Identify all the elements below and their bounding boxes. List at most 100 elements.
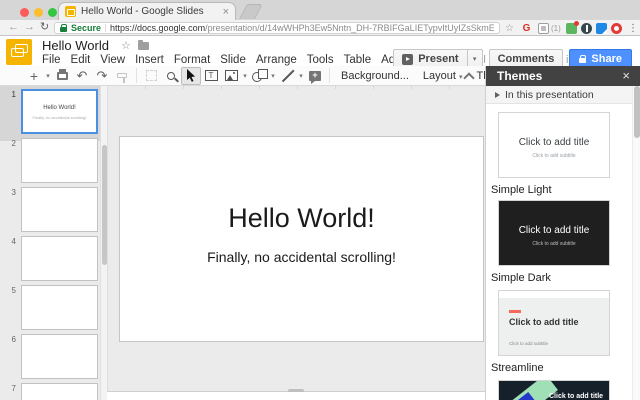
- slide-thumbnail-2[interactable]: [21, 138, 98, 183]
- extension-red-icon[interactable]: [611, 23, 622, 34]
- theme-name-streamline: Streamline: [491, 362, 544, 374]
- current-slide[interactable]: Hello World! Finally, no accidental scro…: [119, 136, 484, 342]
- browser-tab[interactable]: Hello World - Google Slides ×: [58, 2, 236, 20]
- themes-panel-close-icon[interactable]: ×: [622, 70, 630, 82]
- slide-number: 6: [0, 335, 16, 344]
- background-button[interactable]: Background...: [334, 70, 416, 82]
- theme-thumb-subtitle: Click to add subtitle: [499, 241, 609, 247]
- new-tab-button[interactable]: [239, 4, 263, 19]
- slide-thumbnail-7[interactable]: [21, 383, 98, 400]
- theme-simple-dark-thumbnail[interactable]: Click to add title Click to add subtitle: [498, 200, 610, 266]
- redo-button[interactable]: ↷: [92, 67, 112, 85]
- slide-title-text[interactable]: Hello World!: [120, 203, 483, 234]
- slides-app-icon[interactable]: [6, 39, 32, 65]
- reload-icon[interactable]: ↻: [40, 20, 49, 35]
- menu-format[interactable]: Format: [174, 54, 210, 66]
- paint-format-button[interactable]: [112, 67, 132, 85]
- shape-icon: [252, 69, 267, 82]
- theme-streamline-thumbnail[interactable]: Click to add title Click to add subtitle: [498, 290, 610, 356]
- browser-toolbar: ← → ↻ Secure https://docs.google.com/pre…: [0, 20, 640, 36]
- menu-table[interactable]: Table: [344, 54, 372, 66]
- slides-favicon-icon: [65, 6, 76, 17]
- move-to-folder-icon[interactable]: [138, 42, 149, 50]
- text-box-button[interactable]: T: [201, 67, 221, 85]
- text-box-icon: T: [205, 70, 218, 81]
- in-this-presentation-section[interactable]: In this presentation: [486, 86, 640, 104]
- zoom-button[interactable]: [161, 67, 181, 85]
- url-path: /presentation/d/14wWHPh3Ew5Nntn_DH-7RBIF…: [205, 23, 494, 33]
- menu-view[interactable]: View: [100, 54, 125, 66]
- extension-g-icon[interactable]: G: [521, 23, 532, 34]
- menu-file[interactable]: File: [42, 54, 61, 66]
- forward-icon[interactable]: →: [24, 20, 35, 35]
- back-icon[interactable]: ←: [8, 20, 19, 35]
- shape-dropdown-icon[interactable]: ▾: [269, 72, 277, 80]
- zoom-to-fit-button[interactable]: [141, 67, 161, 85]
- document-title[interactable]: Hello World: [42, 38, 109, 53]
- window-close-button[interactable]: [20, 8, 29, 17]
- line-icon: [280, 69, 294, 83]
- image-dropdown-icon[interactable]: ▾: [241, 72, 249, 80]
- themes-scrollbar[interactable]: [632, 86, 640, 400]
- slide-number: 5: [0, 286, 16, 295]
- slide-number: 3: [0, 188, 16, 197]
- chrome-menu-icon[interactable]: ⋮: [628, 22, 638, 35]
- tab-close-icon[interactable]: ×: [223, 7, 229, 17]
- slide-thumbnail-4[interactable]: [21, 236, 98, 281]
- extension-blue-icon[interactable]: [596, 23, 607, 34]
- extension-grey-icon[interactable]: [538, 23, 549, 34]
- url-domain: https://docs.google.com: [110, 23, 205, 33]
- star-document-icon[interactable]: ☆: [121, 39, 131, 52]
- address-bar[interactable]: Secure https://docs.google.com/presentat…: [54, 22, 500, 34]
- browser-tab-strip: Hello World - Google Slides ×: [0, 0, 640, 20]
- filmstrip-scrollbar[interactable]: [100, 86, 107, 400]
- image-icon: [225, 70, 238, 81]
- menu-slide[interactable]: Slide: [220, 54, 246, 66]
- insert-shape-button[interactable]: [249, 67, 269, 85]
- window-zoom-button[interactable]: [48, 8, 57, 17]
- theme-name-simple-light: Simple Light: [491, 184, 552, 196]
- slides-header: Hello World ☆ File Edit View Insert Form…: [0, 36, 640, 66]
- ruler-ticks: [108, 86, 486, 89]
- insert-line-button[interactable]: [277, 67, 297, 85]
- menu-arrange[interactable]: Arrange: [256, 54, 297, 66]
- themes-panel-title: Themes: [497, 69, 622, 83]
- extension-count-icon[interactable]: (1): [551, 23, 561, 34]
- theme-thumb-title: Click to add title: [499, 137, 609, 148]
- insert-image-button[interactable]: [221, 67, 241, 85]
- slide-thumbnail-5[interactable]: [21, 285, 98, 330]
- menu-insert[interactable]: Insert: [135, 54, 164, 66]
- menu-tools[interactable]: Tools: [307, 54, 334, 66]
- theme-thumb-title: Click to add title: [509, 317, 579, 327]
- layout-button[interactable]: Layout ▾: [416, 70, 470, 82]
- select-tool-button[interactable]: [181, 67, 201, 85]
- undo-button[interactable]: ↶: [72, 67, 92, 85]
- print-button[interactable]: [52, 67, 72, 85]
- theme-simple-light-thumbnail[interactable]: Click to add title Click to add subtitle: [498, 112, 610, 178]
- secure-lock-icon: [60, 27, 67, 32]
- slide-canvas: Hello World! Finally, no accidental scro…: [107, 86, 485, 392]
- theme-thumb-subtitle: Click to add subtitle: [499, 153, 609, 159]
- theme-focus-thumbnail[interactable]: Click to add title: [498, 380, 610, 400]
- menu-edit[interactable]: Edit: [71, 54, 91, 66]
- slide-thumbnail-3[interactable]: [21, 187, 98, 232]
- window-minimize-button[interactable]: [34, 8, 43, 17]
- slide-subtitle-text[interactable]: Finally, no accidental scrolling!: [120, 249, 483, 265]
- google-slides-window: Hello World - Google Slides × ← → ↻ Secu…: [0, 0, 640, 400]
- line-dropdown-icon[interactable]: ▾: [297, 72, 305, 80]
- new-slide-button[interactable]: +: [24, 67, 44, 85]
- speaker-notes-area[interactable]: [107, 392, 485, 400]
- theme-thumb-title: Click to add title: [549, 393, 603, 400]
- insert-comment-button[interactable]: +: [305, 67, 325, 85]
- bookmark-star-icon[interactable]: ☆: [505, 22, 514, 35]
- slide-number: 7: [0, 384, 16, 393]
- hide-menus-button[interactable]: [464, 71, 473, 80]
- slide-thumbnail-6[interactable]: [21, 334, 98, 379]
- magnifier-icon: [167, 72, 175, 80]
- slide-thumbnail-1[interactable]: Hello World! Finally, no accidental scro…: [21, 89, 98, 134]
- extension-green-icon[interactable]: [566, 23, 577, 34]
- extension-dark-icon[interactable]: [581, 23, 592, 34]
- themes-scrollbar-thumb[interactable]: [634, 86, 640, 138]
- new-slide-dropdown-icon[interactable]: ▾: [44, 72, 52, 80]
- thumb-title: Hello World!: [23, 105, 96, 111]
